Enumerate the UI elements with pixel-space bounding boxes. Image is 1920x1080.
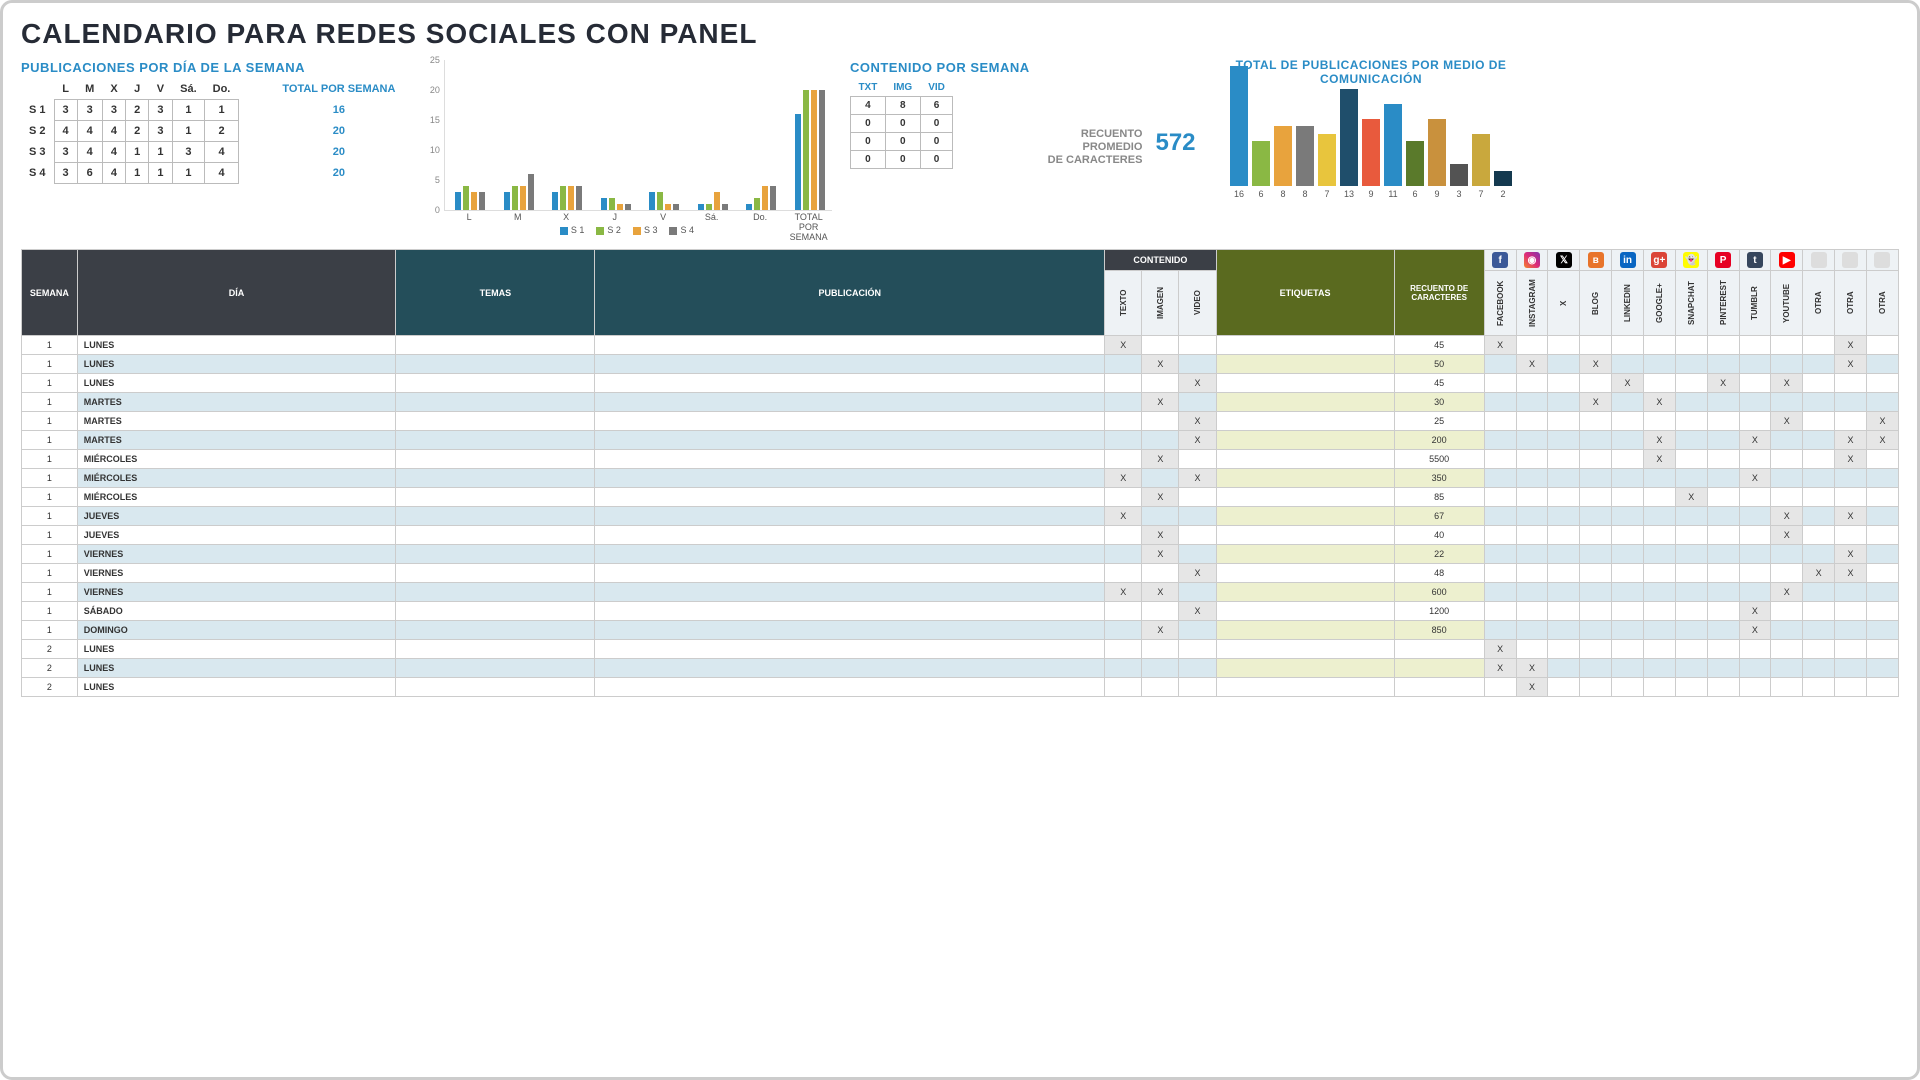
content-table: TXTIMGVID486000000000 xyxy=(850,79,953,169)
page-title: CALENDARIO PARA REDES SOCIALES CON PANEL xyxy=(21,18,1899,50)
pub-title: PUBLICACIONES POR DÍA DE LA SEMANA xyxy=(21,60,404,75)
weekly-chart: 0510152025 LMXJVSá.Do.TOTAL POR SEMANA S… xyxy=(422,60,832,235)
avg-lbl1: RECUENTO xyxy=(1048,128,1143,141)
main-table: SEMANADÍATEMASPUBLICACIÓNCONTENIDOETIQUE… xyxy=(21,249,1899,697)
content-panel: CONTENIDO POR SEMANA TXTIMGVID4860000000… xyxy=(850,60,1030,169)
avg-value: 572 xyxy=(1155,129,1195,157)
avg-lbl3: DE CARACTERES xyxy=(1048,154,1143,167)
channel-chart: TOTAL DE PUBLICACIONES POR MEDIO DE COMU… xyxy=(1214,60,1529,235)
publications-panel: PUBLICACIONES POR DÍA DE LA SEMANA LMXJV… xyxy=(21,60,404,184)
avg-lbl2: PROMEDIO xyxy=(1048,141,1143,154)
avg-panel: RECUENTO PROMEDIO DE CARACTERES 572 xyxy=(1048,128,1196,168)
cont-title: CONTENIDO POR SEMANA xyxy=(850,60,1030,75)
publications-table: LMXJVSá.Do.TOTAL POR SEMANAS 1333231116S… xyxy=(21,79,404,184)
